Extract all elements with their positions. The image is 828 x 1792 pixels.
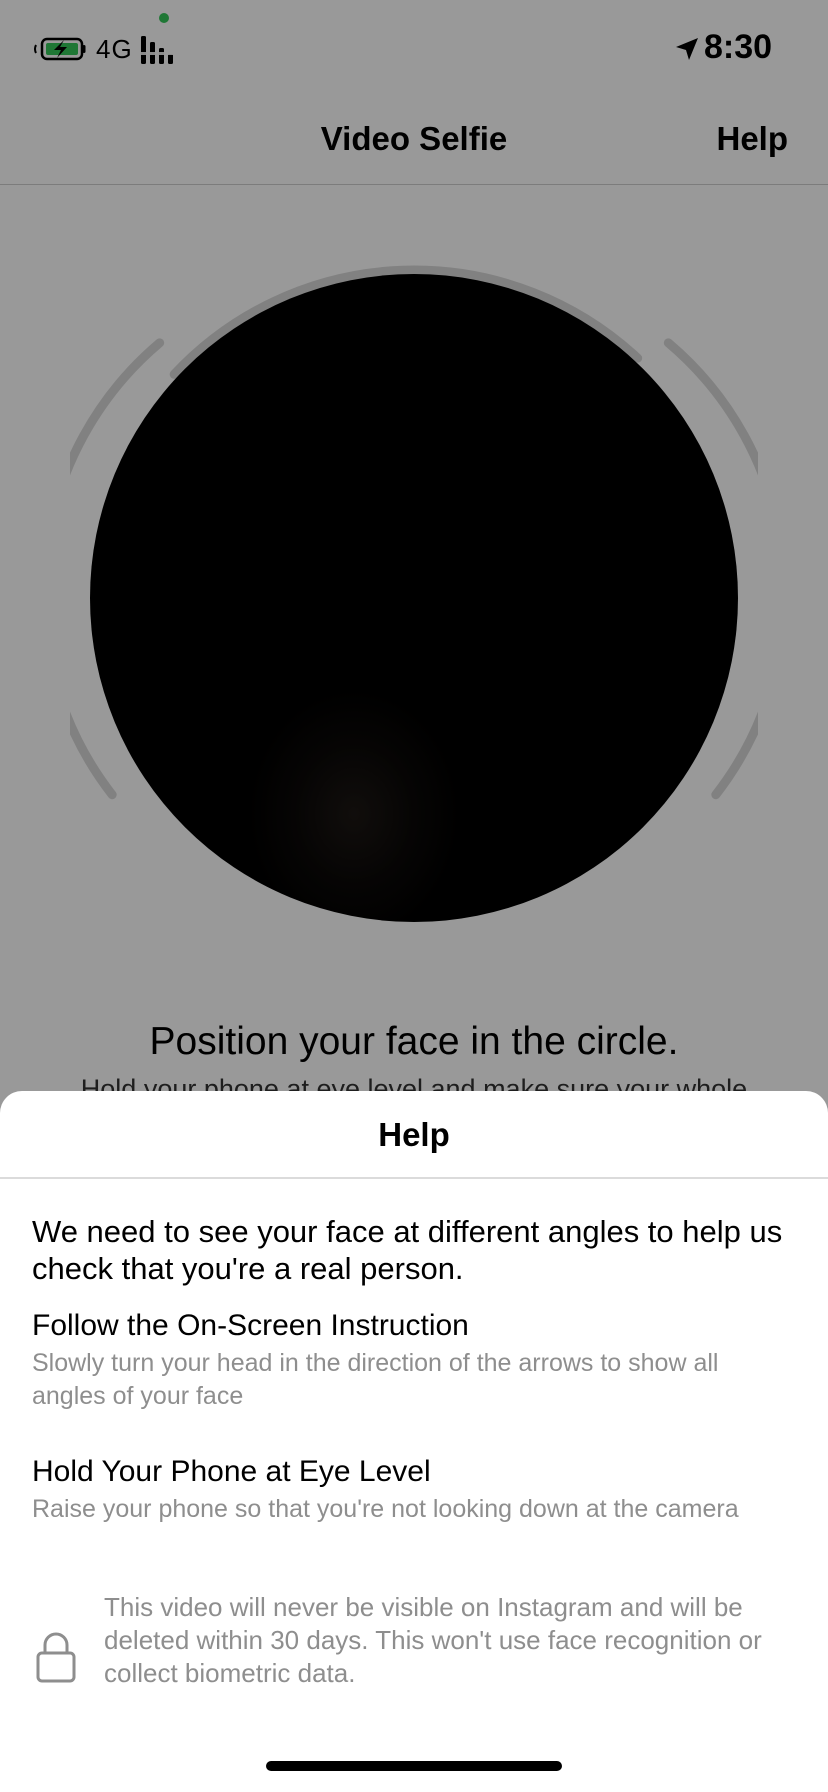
home-indicator[interactable] [266,1761,562,1771]
sheet-title: Help [378,1116,450,1153]
privacy-text: This video will never be visible on Inst… [104,1592,762,1688]
tip-eye-level: Hold Your Phone at Eye Level Raise your … [32,1453,752,1526]
tip-follow-instruction: Follow the On-Screen Instruction Slowly … [32,1307,752,1413]
help-intro: We need to see your face at different an… [32,1214,783,1286]
help-sheet: Help We need to see your face at differe… [0,1091,828,1792]
sheet-header: Help [0,1091,828,1179]
tip-title: Follow the On-Screen Instruction [32,1309,469,1342]
lock-icon [36,1632,76,1683]
tip-body: Raise your phone so that you're not look… [32,1495,739,1523]
tip-title: Hold Your Phone at Eye Level [32,1455,431,1488]
tip-body: Slowly turn your head in the direction o… [32,1349,719,1410]
